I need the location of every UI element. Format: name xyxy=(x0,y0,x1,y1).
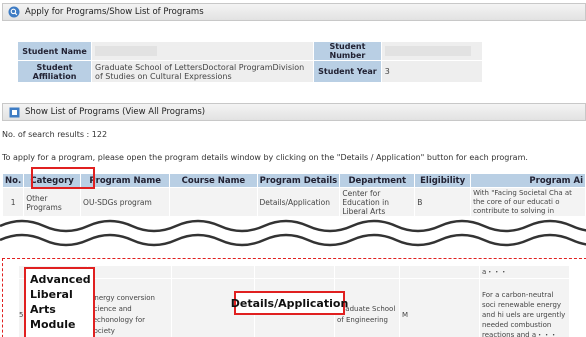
student-name-label: Student Name xyxy=(16,41,93,61)
row-category: Advanced Liberal Arts Module xyxy=(30,273,91,331)
table-row: 1 Other Programs OU-SDGs program Details… xyxy=(1,187,586,218)
row-program-name: Energy conversion science and techonolog… xyxy=(87,278,172,337)
row-course-name xyxy=(169,187,258,218)
apply-panel-title: Apply for Programs/Show List of Programs xyxy=(25,7,204,17)
row-category: Other Programs xyxy=(23,187,82,218)
row-eligibility: M xyxy=(399,278,480,337)
student-number-label: Student Number xyxy=(313,41,382,61)
apply-panel-header: Apply for Programs/Show List of Programs xyxy=(2,3,586,21)
list-panel-title: Show List of Programs (View All Programs… xyxy=(25,107,206,117)
row-no: 1 xyxy=(1,187,25,218)
list-icon xyxy=(7,105,21,119)
search-results-count: No. of search results : 122 xyxy=(2,130,108,139)
category-highlight-box xyxy=(31,167,95,189)
col-program-aim-header: Program Ai xyxy=(470,173,586,188)
row-eligibility: B xyxy=(414,187,472,218)
student-affiliation-value: Graduate School of LettersDoctoral Progr… xyxy=(91,60,315,83)
row-department: Center for Education in Liberal Arts xyxy=(339,187,416,218)
student-year-value: 3 xyxy=(380,60,484,83)
category-callout: Advanced Liberal Arts Module xyxy=(24,267,95,337)
col-program-details-header: Program Details xyxy=(256,173,341,188)
table-row: a・・・ xyxy=(18,265,570,279)
row-program-aim: For a carbon-neutral soci renewable ener… xyxy=(479,278,570,337)
row-program-name: OU-SDGs program xyxy=(80,187,171,218)
row-program-aim: With "Facing Societal Cha at the core of… xyxy=(470,187,586,218)
list-panel-header: Show List of Programs (View All Programs… xyxy=(2,103,586,121)
student-info-table: Student Name Student Number Student Affi… xyxy=(16,41,484,83)
details-application-label: Details/Application xyxy=(230,296,349,310)
student-name-value xyxy=(91,41,315,61)
row-program-aim-top: a・・・ xyxy=(479,265,570,279)
col-no-header: No. xyxy=(1,173,25,188)
student-affiliation-label: Student Affiliation xyxy=(16,60,93,83)
student-year-label: Student Year xyxy=(313,60,382,83)
apply-instruction: To apply for a program, please open the … xyxy=(2,153,528,162)
col-course-name-header[interactable]: Course Name xyxy=(169,173,258,188)
col-eligibility-header[interactable]: Eligibility xyxy=(414,173,472,188)
student-number-value xyxy=(380,41,484,61)
search-icon xyxy=(7,5,21,19)
wave-break-divider xyxy=(0,216,586,258)
details-application-button[interactable]: Details/Application xyxy=(231,291,348,315)
row-no: 5 xyxy=(19,311,24,319)
details-application-link[interactable]: Details/Application xyxy=(256,187,341,218)
col-department-header[interactable]: Department xyxy=(339,173,416,188)
